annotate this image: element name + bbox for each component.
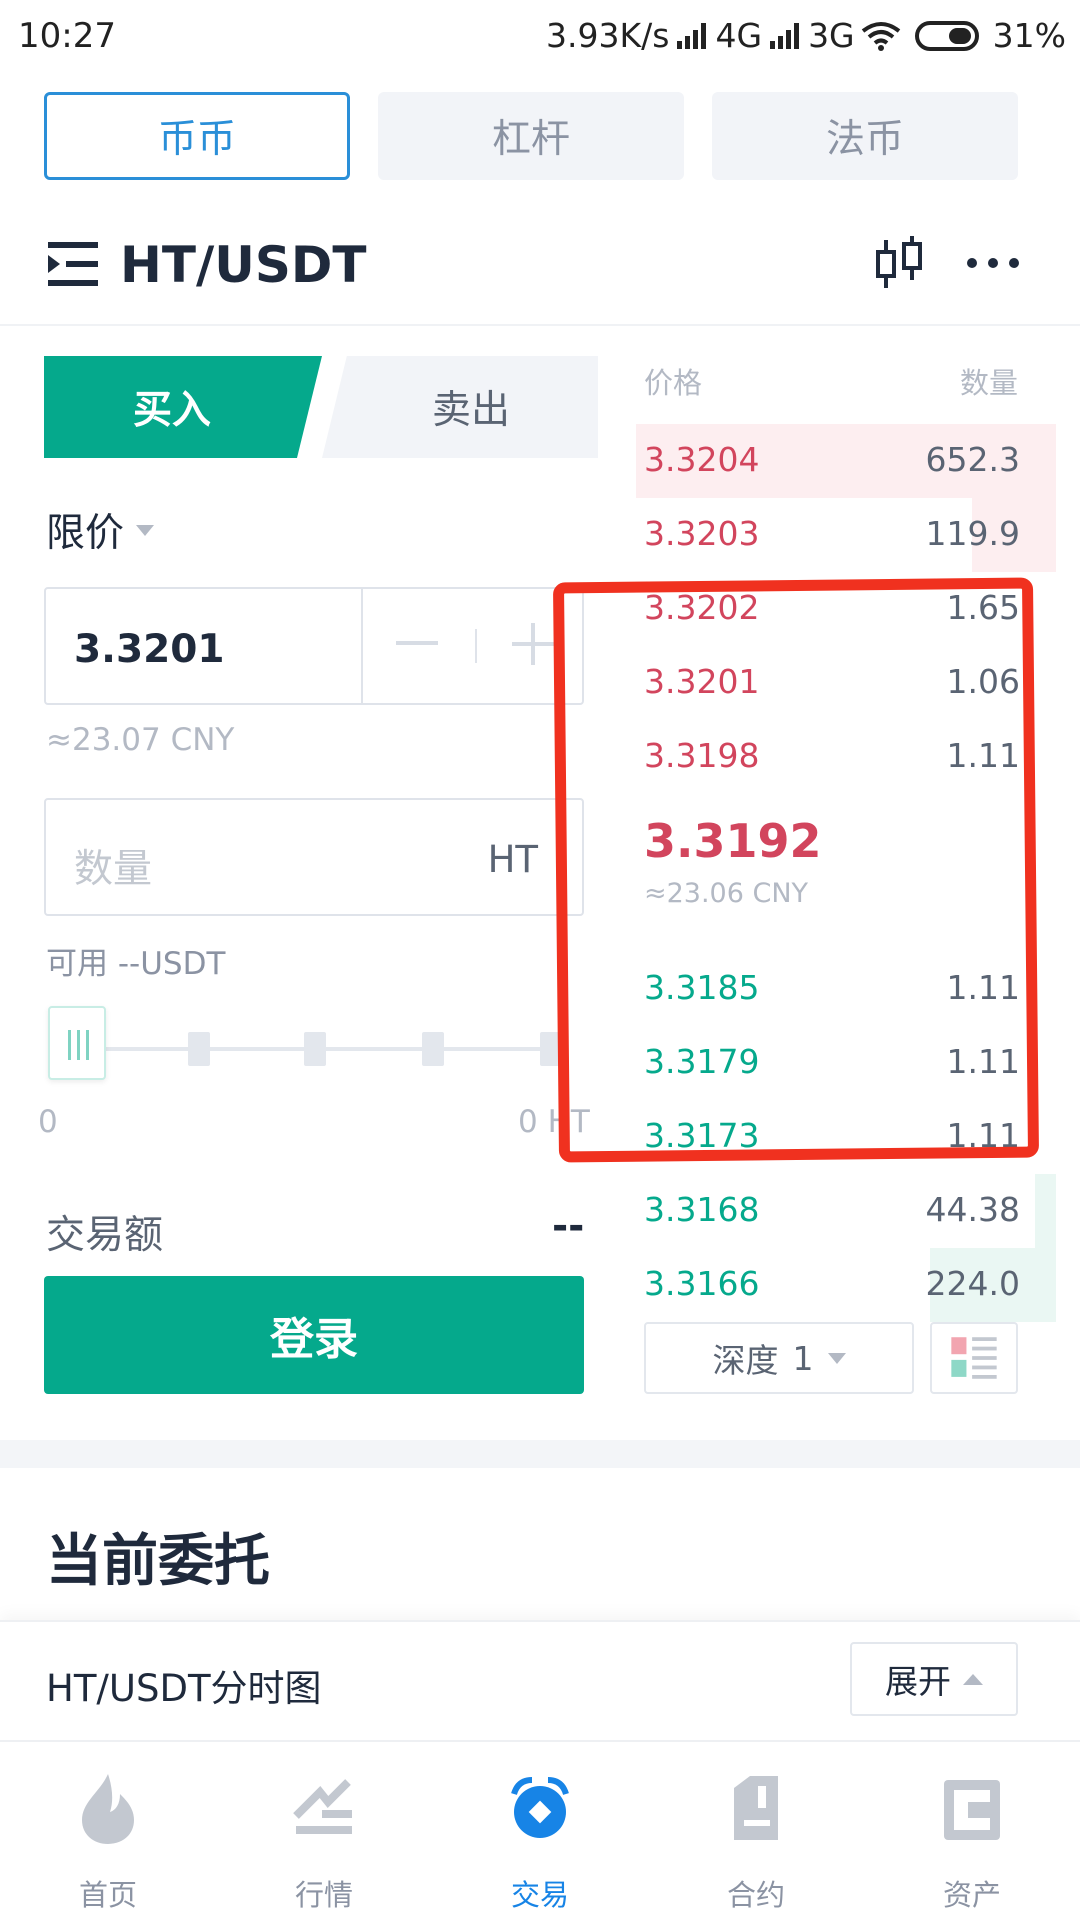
bid-price: 3.3168: [644, 1190, 760, 1229]
ask-price: 3.3203: [644, 514, 760, 553]
status-right: 3.93K/s 4G 3G 31%: [546, 16, 1066, 55]
tab-spot[interactable]: 币币: [44, 92, 350, 180]
login-button[interactable]: 登录: [44, 1276, 584, 1394]
nav-trade-label: 交易: [510, 1878, 569, 1912]
nav-home-label: 首页: [78, 1878, 137, 1912]
amount-placeholder: 数量: [74, 847, 153, 892]
net-type-2: 3G: [808, 16, 855, 55]
kline-icon[interactable]: [874, 236, 924, 292]
chart-title: HT/USDT分时图: [46, 1667, 322, 1710]
orderbook-price-header: 价格: [644, 366, 703, 400]
price-cny: ≈23.07 CNY: [46, 722, 235, 758]
header-divider: [0, 324, 1080, 326]
current-orders-title: 当前委托: [46, 1529, 270, 1594]
wallet-icon: [944, 1780, 1000, 1840]
price-value: 3.3201: [74, 627, 225, 672]
depth-label: 深度: [712, 1341, 779, 1380]
contract-icon: [734, 1776, 778, 1840]
nav-assets[interactable]: 资产: [864, 1762, 1080, 1912]
amount-input[interactable]: 数量 HT: [44, 798, 584, 916]
minus-icon[interactable]: [396, 641, 438, 645]
pair-title[interactable]: HT/USDT: [120, 236, 366, 294]
section-divider: [0, 1440, 1080, 1468]
available-balance: 可用 --USDT: [46, 946, 226, 982]
bid-price: 3.3166: [644, 1264, 760, 1303]
menu-icon[interactable]: [48, 242, 98, 286]
slider-node[interactable]: [422, 1032, 444, 1066]
depth-value: 1: [792, 1338, 814, 1378]
amount-unit: HT: [487, 838, 538, 881]
fire-icon: [82, 1774, 134, 1844]
slider-min-label: 0: [38, 1104, 58, 1140]
net-type-1: 4G: [715, 16, 763, 55]
buy-tab[interactable]: 买入: [44, 356, 322, 458]
highlight-annotation: [552, 577, 1040, 1163]
more-icon[interactable]: [966, 256, 1020, 270]
chevron-up-icon: [963, 1673, 983, 1685]
signal-icon: [675, 22, 709, 49]
price-input[interactable]: 3.3201: [44, 587, 584, 705]
wifi-icon: [861, 21, 900, 51]
order-type-select[interactable]: 限价: [46, 502, 155, 558]
ask-row[interactable]: 3.3203 119.9: [644, 498, 1056, 572]
nav-market[interactable]: 行情: [216, 1762, 432, 1912]
depth-select[interactable]: 深度 1: [644, 1322, 914, 1394]
battery-percent: 31%: [992, 16, 1066, 55]
bid-qty: 224.0: [925, 1264, 1020, 1303]
nav-market-label: 行情: [294, 1878, 353, 1912]
expand-label: 展开: [885, 1662, 951, 1701]
divider: [475, 629, 477, 663]
ask-price: 3.3204: [644, 440, 760, 479]
ask-qty: 652.3: [925, 440, 1020, 479]
battery-icon: [914, 20, 979, 51]
net-speed: 3.93K/s: [546, 16, 670, 55]
expand-button[interactable]: 展开: [850, 1642, 1018, 1716]
sell-tab[interactable]: 卖出: [322, 356, 598, 458]
plus-icon[interactable]: [512, 623, 554, 665]
signal-icon-2: [768, 22, 802, 49]
slider-handle[interactable]: [48, 1006, 106, 1080]
status-bar: 10:27 3.93K/s 4G 3G 31%: [0, 0, 1080, 74]
orderbook-layout-icon[interactable]: [930, 1322, 1018, 1394]
chevron-down-icon: [136, 524, 155, 536]
tab-fiat[interactable]: 法币: [712, 92, 1018, 180]
nav-home[interactable]: 首页: [0, 1762, 216, 1912]
slider-node[interactable]: [304, 1032, 326, 1066]
divider: [361, 589, 363, 703]
tab-margin[interactable]: 杠杆: [378, 92, 684, 180]
trade-icon: [511, 1777, 569, 1838]
total-label: 交易额: [46, 1213, 164, 1258]
nav-assets-label: 资产: [942, 1878, 1001, 1912]
chevron-down-icon: [827, 1352, 846, 1364]
status-time: 10:27: [18, 16, 116, 56]
total-value: --: [552, 1204, 585, 1249]
ask-qty: 119.9: [925, 514, 1020, 553]
nav-trade[interactable]: 交易: [432, 1762, 648, 1912]
bid-row[interactable]: 3.3168 44.38: [644, 1174, 1056, 1248]
orderbook-qty-header: 数量: [960, 366, 1019, 400]
bottom-nav: 首页 行情 交易 合约 资产: [0, 1740, 1080, 1920]
ask-row[interactable]: 3.3204 652.3: [636, 424, 1056, 498]
nav-contract[interactable]: 合约: [648, 1762, 864, 1912]
bid-qty: 44.38: [925, 1190, 1020, 1229]
market-icon: [293, 1779, 352, 1834]
bid-row[interactable]: 3.3166 224.0: [644, 1248, 1056, 1322]
nav-contract-label: 合约: [726, 1878, 785, 1912]
depth-bar: [1035, 1174, 1056, 1248]
order-type-label: 限价: [46, 511, 125, 556]
slider-node[interactable]: [188, 1032, 210, 1066]
